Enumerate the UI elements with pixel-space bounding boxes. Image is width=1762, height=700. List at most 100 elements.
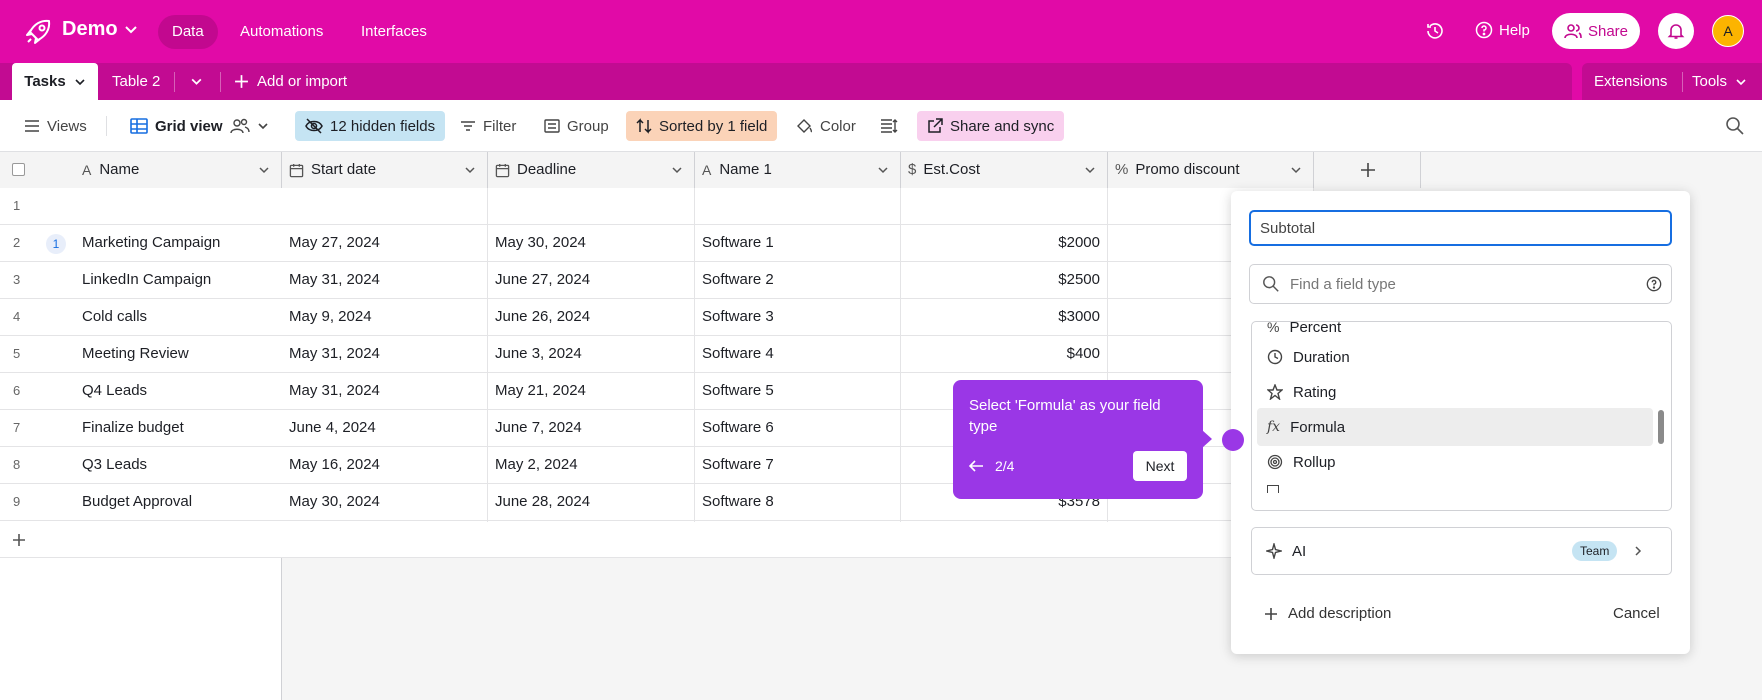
cell-deadline[interactable]: June 27, 2024 (488, 262, 695, 299)
nav-interfaces[interactable]: Interfaces (347, 15, 441, 49)
cell-name1[interactable]: Software 4 (695, 336, 901, 373)
column-header-name[interactable]: A Name (82, 152, 139, 188)
history-icon[interactable] (1425, 21, 1445, 45)
column-header-name-1[interactable]: A Name 1 (695, 152, 901, 188)
help-button[interactable]: Help (1475, 21, 1530, 39)
arrow-left-icon[interactable] (968, 459, 984, 477)
cell-name[interactable]: Q3 Leads (82, 447, 147, 483)
chevron-down-icon[interactable] (1290, 164, 1302, 176)
field-type-rollup[interactable]: Rollup (1257, 443, 1653, 481)
rocket-logo-icon[interactable] (22, 16, 54, 48)
ai-field-option[interactable]: AI Team (1251, 527, 1672, 575)
cell-name[interactable]: Finalize budget (82, 410, 184, 446)
field-type-rating[interactable]: Rating (1257, 373, 1653, 411)
tab-tasks[interactable]: Tasks (12, 63, 98, 100)
column-header-promo-discount[interactable]: % Promo discount (1108, 152, 1314, 188)
add-or-import-button[interactable]: Add or import (234, 63, 347, 100)
chevron-down-icon[interactable] (258, 164, 270, 176)
cell-name[interactable]: Meeting Review (82, 336, 189, 372)
cell-name[interactable]: Cold calls (82, 299, 147, 335)
cell-name[interactable]: Budget Approval (82, 484, 192, 520)
column-header-start-date[interactable]: Start date (282, 152, 488, 188)
group-button[interactable]: Group (534, 111, 619, 141)
field-type-formula[interactable]: fx Formula (1257, 408, 1653, 446)
share-button[interactable]: Share (1552, 13, 1640, 49)
table-row[interactable]: 4 Cold calls (0, 299, 282, 336)
tools-button[interactable]: Tools (1692, 63, 1747, 100)
cell-name1[interactable]: Software 7 (695, 447, 901, 484)
nav-data[interactable]: Data (158, 15, 218, 49)
table-row[interactable]: 8 Q3 Leads (0, 447, 282, 484)
notifications-button[interactable] (1658, 13, 1694, 49)
table-row[interactable]: 1 (0, 188, 282, 225)
cell-start[interactable]: June 4, 2024 (282, 410, 488, 447)
cell-deadline[interactable]: June 3, 2024 (488, 336, 695, 373)
cell-cost[interactable]: $400 (901, 336, 1108, 373)
views-button[interactable]: Views (14, 111, 97, 141)
table-row[interactable]: 3 LinkedIn Campaign (0, 262, 282, 299)
chevron-down-icon[interactable] (1084, 164, 1096, 176)
cell-start[interactable]: May 31, 2024 (282, 262, 488, 299)
cell-name[interactable]: Marketing Campaign (82, 225, 220, 261)
chevron-down-icon[interactable] (124, 22, 138, 40)
chevron-down-icon[interactable] (464, 164, 476, 176)
cell-name1[interactable] (695, 188, 901, 225)
cancel-button[interactable]: Cancel (1613, 605, 1660, 622)
cell-start[interactable]: May 31, 2024 (282, 373, 488, 410)
share-and-sync-button[interactable]: Share and sync (917, 111, 1065, 141)
comment-count-badge[interactable]: 1 (46, 234, 66, 254)
cell-start[interactable]: May 16, 2024 (282, 447, 488, 484)
extensions-button[interactable]: Extensions (1594, 63, 1667, 100)
cell-deadline[interactable] (488, 188, 695, 225)
cell-name1[interactable]: Software 1 (695, 225, 901, 262)
tab-table-2[interactable]: Table 2 (112, 63, 160, 100)
table-row[interactable]: 6 Q4 Leads (0, 373, 282, 410)
cell-start[interactable]: May 30, 2024 (282, 484, 488, 521)
scrollbar-thumb[interactable] (1658, 410, 1664, 444)
cell-name1[interactable]: Software 5 (695, 373, 901, 410)
table-row[interactable]: 9 Budget Approval (0, 484, 282, 521)
avatar[interactable]: A (1712, 15, 1744, 47)
field-type-search[interactable]: Find a field type (1249, 264, 1672, 304)
cell-name1[interactable]: Software 2 (695, 262, 901, 299)
cell-start[interactable]: May 27, 2024 (282, 225, 488, 262)
cell-name1[interactable]: Software 6 (695, 410, 901, 447)
filter-button[interactable]: Filter (450, 111, 526, 141)
tour-next-button[interactable]: Next (1133, 451, 1187, 481)
add-description-button[interactable]: Add description (1264, 605, 1391, 622)
cell-deadline[interactable]: June 26, 2024 (488, 299, 695, 336)
row-height-icon[interactable] (880, 118, 898, 138)
table-row[interactable]: 2 1 Marketing Campaign (0, 225, 282, 262)
cell-cost[interactable]: $3000 (901, 299, 1108, 336)
column-header-est-cost[interactable]: $ Est.Cost (901, 152, 1108, 188)
chevron-down-icon[interactable] (190, 75, 203, 92)
add-field-button[interactable] (1314, 152, 1421, 188)
table-row[interactable]: 7 Finalize budget (0, 410, 282, 447)
add-row-button[interactable] (0, 522, 282, 558)
cell-start[interactable]: May 31, 2024 (282, 336, 488, 373)
cell-deadline[interactable]: June 28, 2024 (488, 484, 695, 521)
cell-cost[interactable]: $2500 (901, 262, 1108, 299)
cell-cost[interactable] (901, 188, 1108, 225)
cell-deadline[interactable]: May 30, 2024 (488, 225, 695, 262)
color-button[interactable]: Color (785, 111, 866, 141)
cell-start[interactable]: May 9, 2024 (282, 299, 488, 336)
sort-button[interactable]: Sorted by 1 field (626, 111, 778, 141)
field-type-duration[interactable]: Duration (1257, 338, 1653, 376)
cell-start[interactable] (282, 188, 488, 225)
cell-name[interactable]: LinkedIn Campaign (82, 262, 211, 298)
cell-deadline[interactable]: May 21, 2024 (488, 373, 695, 410)
select-all-checkbox[interactable] (12, 163, 25, 176)
base-name[interactable]: Demo (62, 18, 118, 41)
hidden-fields-button[interactable]: 12 hidden fields (295, 111, 446, 141)
field-name-input[interactable] (1249, 210, 1672, 246)
chevron-down-icon[interactable] (877, 164, 889, 176)
chevron-down-icon[interactable] (671, 164, 683, 176)
cell-name[interactable]: Q4 Leads (82, 373, 147, 409)
nav-automations[interactable]: Automations (226, 15, 337, 49)
cell-cost[interactable]: $2000 (901, 225, 1108, 262)
table-row[interactable]: 5 Meeting Review (0, 336, 282, 373)
grid-view-button[interactable]: Grid view (120, 111, 279, 141)
cell-name1[interactable]: Software 3 (695, 299, 901, 336)
column-header-deadline[interactable]: Deadline (488, 152, 695, 188)
